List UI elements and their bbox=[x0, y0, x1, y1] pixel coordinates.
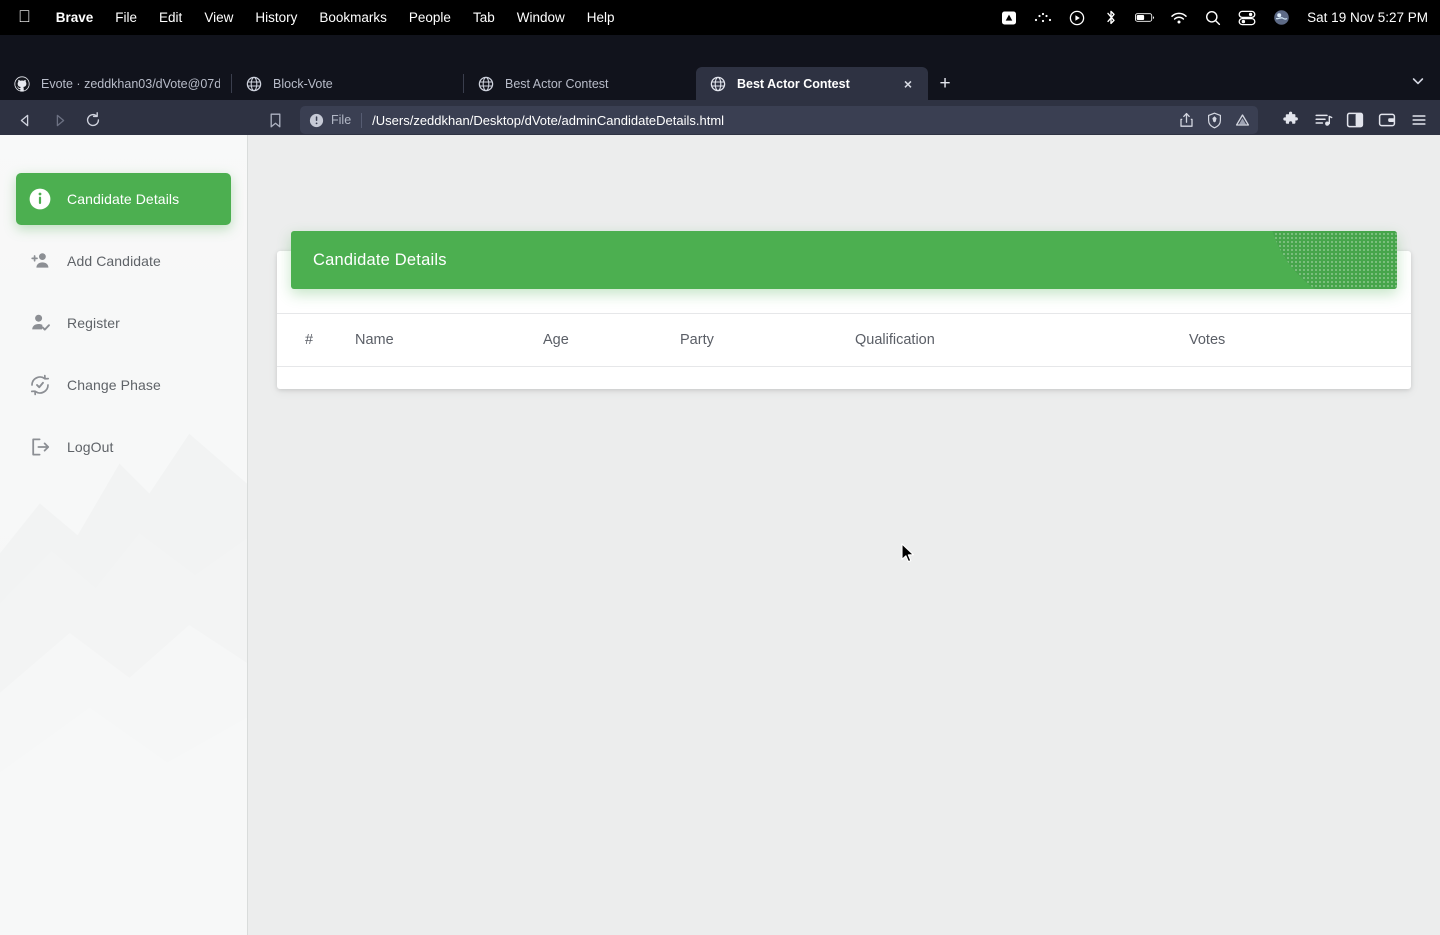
table-header: # Name Age Party Qualification Votes bbox=[277, 313, 1411, 367]
dotted-menu-icon[interactable] bbox=[1033, 8, 1053, 28]
wifi-icon[interactable] bbox=[1169, 8, 1189, 28]
sidebar-item-label: Candidate Details bbox=[67, 191, 180, 207]
playlist-icon[interactable] bbox=[1312, 108, 1334, 132]
brave-rewards-triangle-icon[interactable] bbox=[1232, 110, 1252, 130]
menu-item-window[interactable]: Window bbox=[506, 0, 576, 35]
url-text[interactable]: /Users/zeddkhan/Desktop/dVote/adminCandi… bbox=[372, 113, 1170, 128]
tab-strip: Evote · zeddkhan03/dVote@07d8c3 Block-Vo… bbox=[0, 35, 1440, 100]
sidebar-item-logout[interactable]: LogOut bbox=[16, 421, 231, 473]
siri-icon[interactable] bbox=[1271, 8, 1291, 28]
back-arrow-icon[interactable] bbox=[10, 106, 40, 134]
table-column-votes: Votes bbox=[1189, 313, 1411, 367]
sidebar-item-change-phase[interactable]: Change Phase bbox=[16, 359, 231, 411]
forward-arrow-icon[interactable] bbox=[44, 106, 74, 134]
tab-label: Evote · zeddkhan03/dVote@07d8c3 bbox=[41, 76, 220, 91]
url-separator bbox=[361, 112, 363, 128]
menu-item-history[interactable]: History bbox=[244, 0, 308, 35]
sidebar-nav: Candidate Details Add Candidate Register bbox=[0, 173, 247, 473]
candidate-details-table: # Name Age Party Qualification Votes bbox=[277, 313, 1411, 367]
url-bar[interactable]: File /Users/zeddkhan/Desktop/dVote/admin… bbox=[300, 106, 1258, 134]
page-viewport: Candidate Details Add Candidate Register bbox=[0, 135, 1440, 935]
globe-icon bbox=[246, 76, 262, 92]
menu-item-brave[interactable]: Brave bbox=[45, 0, 105, 35]
table-column-index: # bbox=[277, 313, 355, 367]
chevron-down-icon bbox=[1410, 73, 1426, 94]
url-scheme-label: File bbox=[331, 113, 352, 127]
toolbar-actions bbox=[1268, 108, 1430, 132]
browser-tab-4-active[interactable]: Best Actor Contest × bbox=[696, 67, 928, 100]
tab-label: Best Actor Contest bbox=[505, 76, 609, 91]
url-actions bbox=[1170, 110, 1252, 130]
extensions-puzzle-icon[interactable] bbox=[1280, 108, 1302, 132]
battery-icon[interactable] bbox=[1135, 8, 1155, 28]
info-circle-icon bbox=[28, 187, 52, 211]
play-circle-icon[interactable] bbox=[1067, 8, 1087, 28]
browser-toolbar: File /Users/zeddkhan/Desktop/dVote/admin… bbox=[0, 100, 1440, 140]
share-icon[interactable] bbox=[1176, 110, 1196, 130]
table-column-party: Party bbox=[680, 313, 855, 367]
menu-item-view[interactable]: View bbox=[193, 0, 244, 35]
menu-item-tab[interactable]: Tab bbox=[462, 0, 506, 35]
refresh-check-icon bbox=[28, 373, 52, 397]
app-sidebar: Candidate Details Add Candidate Register bbox=[0, 135, 248, 935]
tab-label: Best Actor Contest bbox=[737, 76, 850, 91]
menu-item-edit[interactable]: Edit bbox=[148, 0, 193, 35]
table-column-name: Name bbox=[355, 313, 543, 367]
globe-icon bbox=[478, 76, 494, 92]
menu-item-help[interactable]: Help bbox=[576, 0, 626, 35]
browser-tab-2[interactable]: Block-Vote bbox=[232, 67, 464, 100]
sidebar-item-register[interactable]: Register bbox=[16, 297, 231, 349]
sidebar-item-label: Change Phase bbox=[67, 377, 161, 393]
info-circle-icon[interactable] bbox=[309, 113, 324, 128]
brave-rewards-icon[interactable] bbox=[999, 8, 1019, 28]
sidebar-item-label: Add Candidate bbox=[67, 253, 161, 269]
sidebar-item-add-candidate[interactable]: Add Candidate bbox=[16, 235, 231, 287]
new-tab-button[interactable]: + bbox=[928, 67, 962, 100]
globe-icon bbox=[710, 76, 726, 92]
bluetooth-icon[interactable] bbox=[1101, 8, 1121, 28]
menu-item-people[interactable]: People bbox=[398, 0, 462, 35]
control-center-icon[interactable] bbox=[1237, 8, 1257, 28]
person-add-icon bbox=[28, 249, 52, 273]
person-check-icon bbox=[28, 311, 52, 335]
tab-label: Block-Vote bbox=[273, 76, 333, 91]
sidebar-item-candidate-details[interactable]: Candidate Details bbox=[16, 173, 231, 225]
browser-tab-3[interactable]: Best Actor Contest bbox=[464, 67, 696, 100]
header-decorative-texture bbox=[1267, 231, 1397, 289]
card-title: Candidate Details bbox=[313, 250, 447, 269]
brave-shields-icon[interactable] bbox=[1204, 110, 1224, 130]
tab-list: Evote · zeddkhan03/dVote@07d8c3 Block-Vo… bbox=[0, 35, 1410, 100]
browser-tab-1[interactable]: Evote · zeddkhan03/dVote@07d8c3 bbox=[0, 67, 232, 100]
apple-logo-icon[interactable]:  bbox=[0, 8, 45, 25]
hamburger-menu-icon[interactable] bbox=[1408, 108, 1430, 132]
browser-window: Evote · zeddkhan03/dVote@07d8c3 Block-Vo… bbox=[0, 35, 1440, 935]
github-icon bbox=[14, 75, 30, 92]
logout-icon bbox=[28, 435, 52, 459]
card-header-banner: Candidate Details bbox=[291, 231, 1397, 289]
table-column-qualification: Qualification bbox=[855, 313, 1189, 367]
table-column-age: Age bbox=[543, 313, 680, 367]
reload-icon[interactable] bbox=[78, 106, 108, 134]
menubar-items:  Brave File Edit View History Bookmarks… bbox=[0, 0, 626, 35]
macos-menubar:  Brave File Edit View History Bookmarks… bbox=[0, 0, 1440, 35]
menubar-status-icons: Sat 19 Nov 5:27 PM bbox=[999, 8, 1440, 28]
main-content: # Name Age Party Qualification Votes Can… bbox=[248, 135, 1440, 935]
sidebar-item-label: LogOut bbox=[67, 439, 114, 455]
spotlight-search-icon[interactable] bbox=[1203, 8, 1223, 28]
table-header-row: # Name Age Party Qualification Votes bbox=[277, 313, 1411, 367]
menu-item-bookmarks[interactable]: Bookmarks bbox=[308, 0, 398, 35]
sidebar-item-label: Register bbox=[67, 315, 120, 331]
bookmark-icon[interactable] bbox=[260, 106, 290, 134]
menu-item-file[interactable]: File bbox=[104, 0, 148, 35]
sidebar-panel-icon[interactable] bbox=[1344, 108, 1366, 132]
tab-search-button[interactable] bbox=[1410, 67, 1440, 100]
close-icon[interactable]: × bbox=[900, 76, 916, 92]
menubar-clock[interactable]: Sat 19 Nov 5:27 PM bbox=[1307, 10, 1428, 25]
wallet-icon[interactable] bbox=[1376, 108, 1398, 132]
